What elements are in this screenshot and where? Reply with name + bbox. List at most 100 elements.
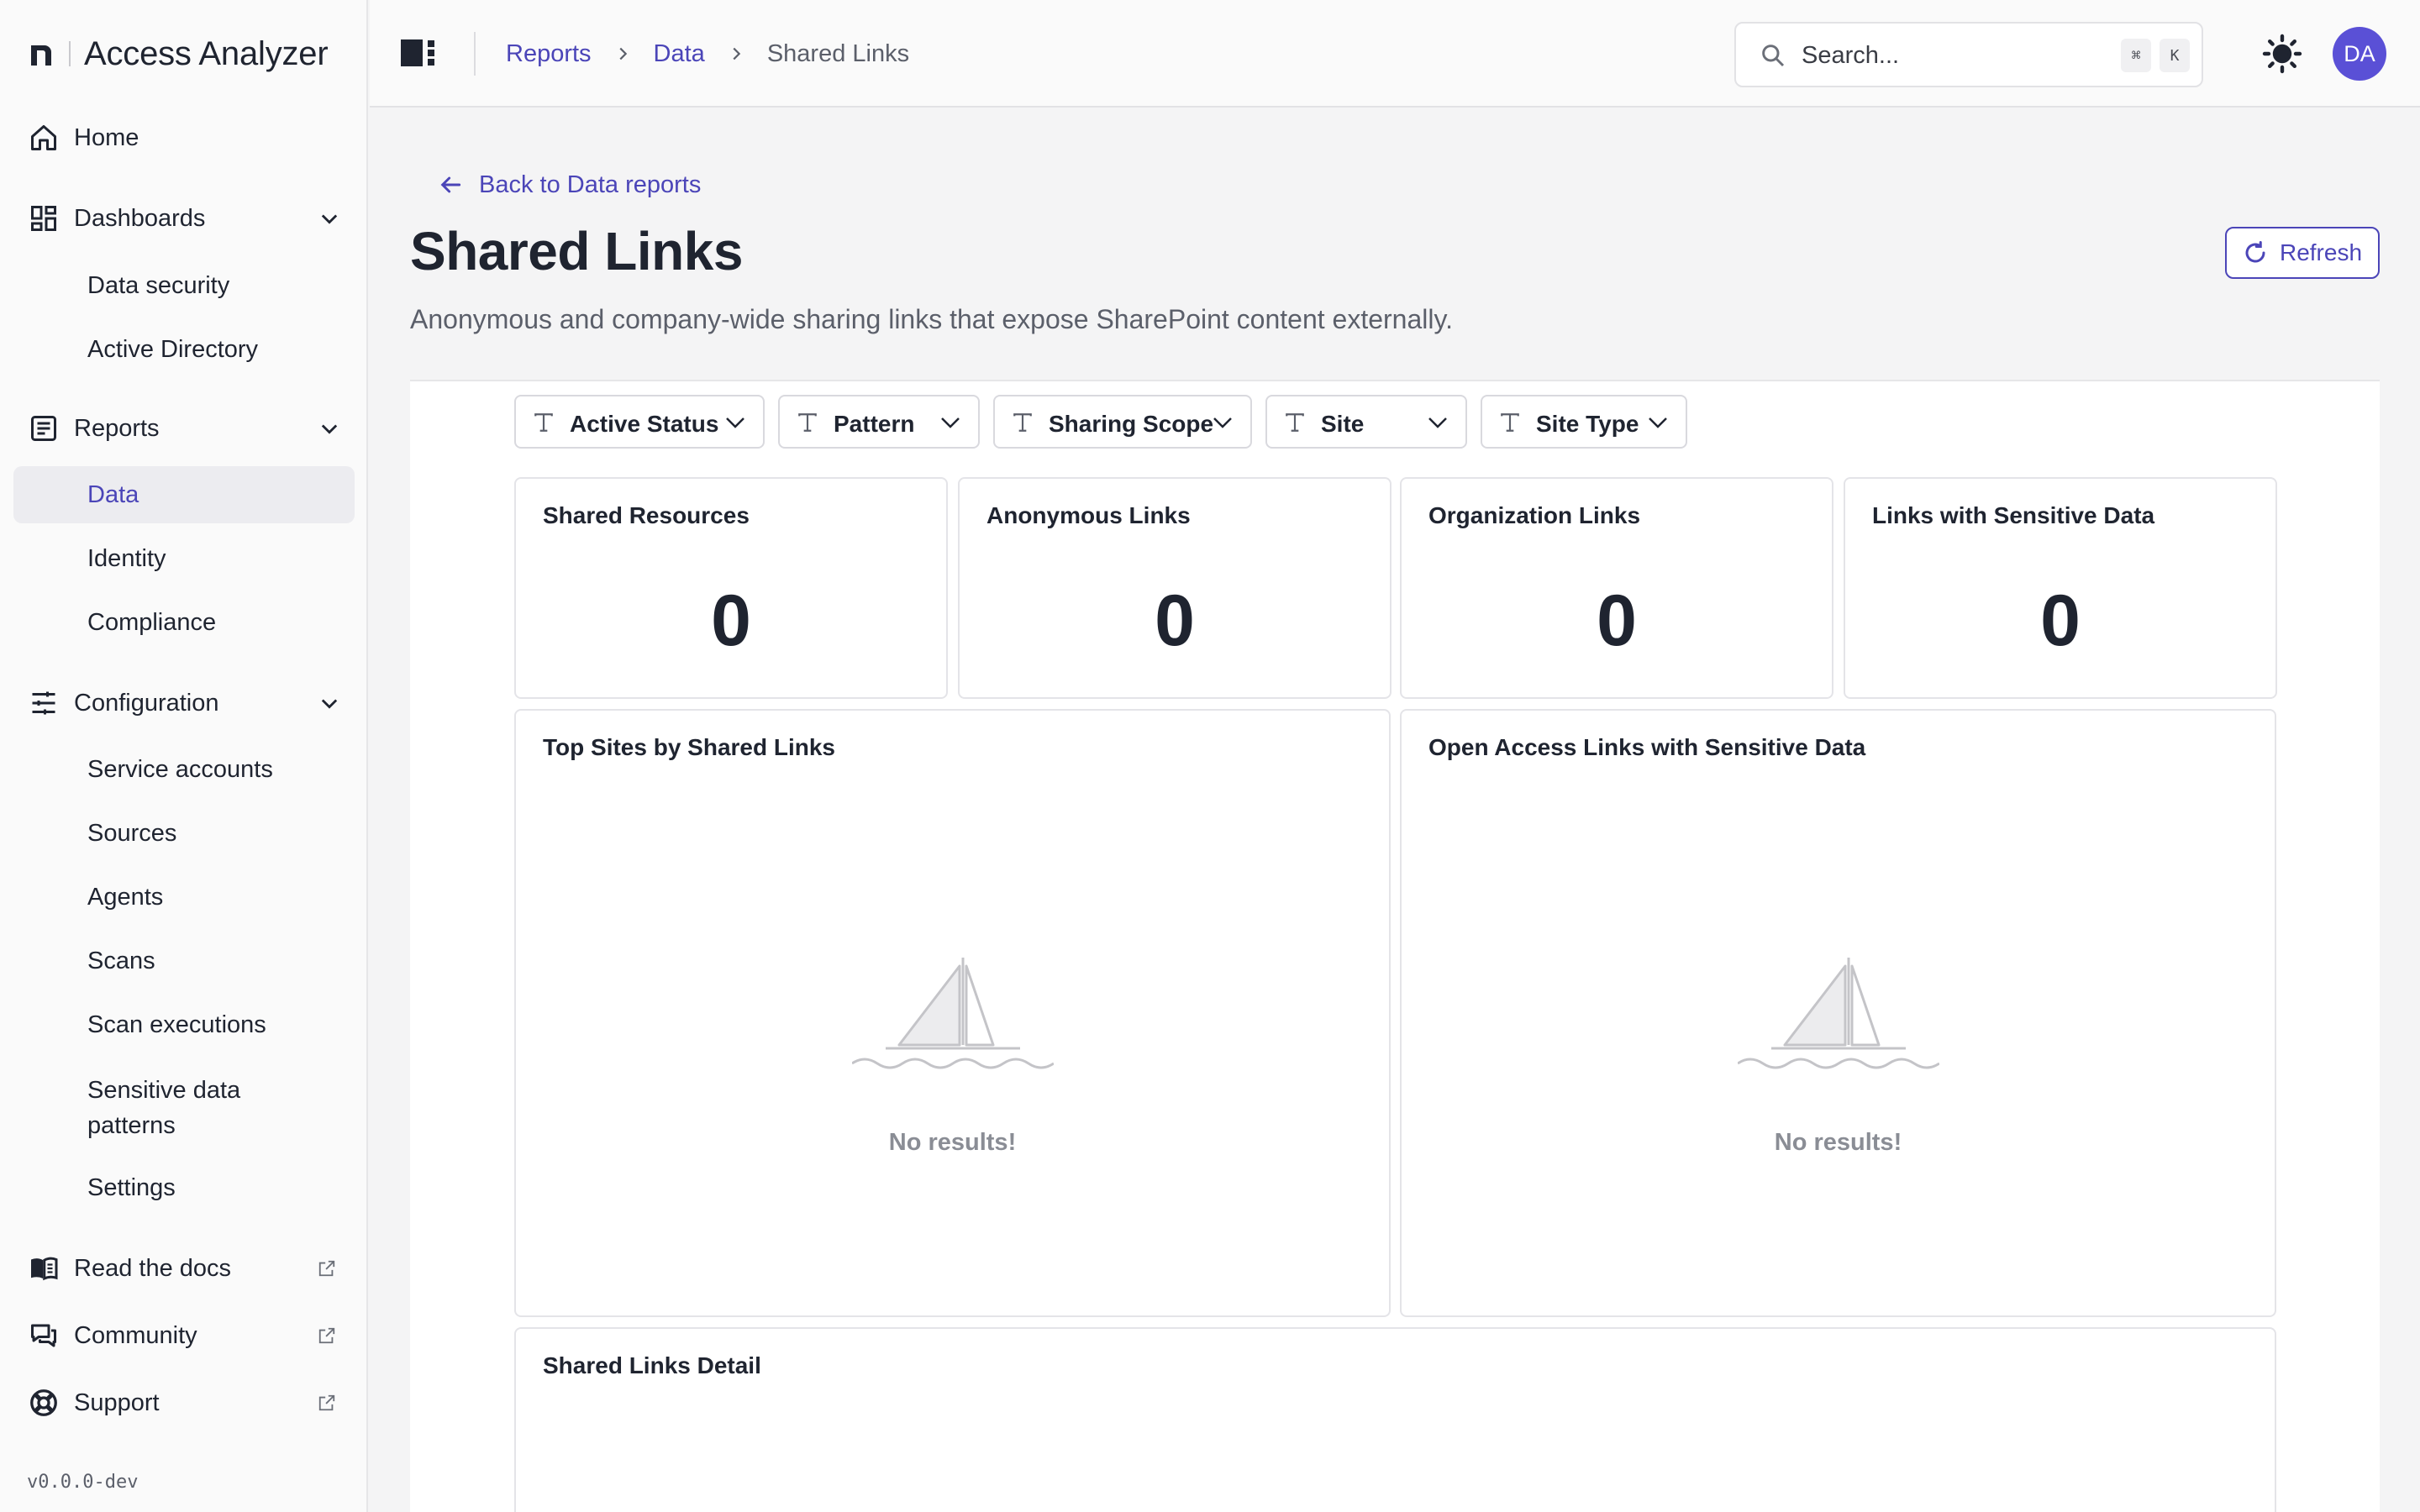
breadcrumb-reports[interactable]: Reports <box>506 40 592 68</box>
sidebar-item-dashboards[interactable]: Dashboards <box>13 190 355 247</box>
sidebar-item-settings[interactable]: Settings <box>13 1159 355 1216</box>
brand-divider <box>69 41 71 66</box>
sidebar-item-label: Active Directory <box>87 336 259 363</box>
sidebar-item-label: Sources <box>87 820 177 847</box>
dashboard-icon <box>31 206 56 231</box>
panel-title: Top Sites by Shared Links <box>543 734 836 760</box>
sidebar-item-label: Dashboards <box>74 204 206 232</box>
filter-label: Pattern <box>834 411 915 437</box>
breadcrumb-data[interactable]: Data <box>654 40 705 68</box>
refresh-label: Refresh <box>2279 239 2363 265</box>
sidebar-item-label: Read the docs <box>74 1254 232 1282</box>
sliders-icon <box>32 691 55 715</box>
sidebar-item-label: Support <box>74 1389 160 1416</box>
app-logo-icon <box>31 45 51 66</box>
brand[interactable]: Access Analyzer <box>27 32 329 76</box>
panel-top-sites-by-shared-links: Top Sites by Shared Links No results! <box>514 709 1391 1317</box>
chevron-down-icon <box>321 214 338 224</box>
metric-value: 0 <box>2040 580 2081 661</box>
sun-icon[interactable] <box>2262 34 2302 74</box>
reports-icon <box>31 416 56 441</box>
metric-title: Shared Resources <box>543 502 750 528</box>
sidebar-item-data[interactable]: Data <box>13 466 355 523</box>
sidebar-item-label: Compliance <box>87 609 217 636</box>
chevron-down-icon <box>321 699 338 709</box>
lifebuoy-icon <box>30 1389 57 1416</box>
sidebar-item-configuration[interactable]: Configuration <box>13 675 355 732</box>
sidebar-item-sources[interactable]: Sources <box>13 805 355 862</box>
metric-title: Anonymous Links <box>986 502 1191 528</box>
text-type-icon <box>1501 413 1519 432</box>
panel-title: Open Access Links with Sensitive Data <box>1428 734 1866 760</box>
text-type-icon <box>534 413 553 432</box>
metric-title: Links with Sensitive Data <box>1872 502 2155 528</box>
breadcrumb: Reports Data Shared Links <box>506 0 909 108</box>
search-placeholder: Search... <box>1802 42 1900 69</box>
metric-value: 0 <box>1597 580 1637 661</box>
filter-site[interactable]: Site <box>1265 395 1467 449</box>
empty-message: No results! <box>888 1129 1017 1156</box>
sidebar-item-read-the-docs[interactable]: Read the docs <box>13 1240 355 1297</box>
sidebar-item-scans[interactable]: Scans <box>13 932 355 990</box>
metric-value: 0 <box>711 580 751 661</box>
top-bar: Reports Data Shared Links Search... ⌘ K … <box>370 0 2420 108</box>
filter-label: Site <box>1321 411 1365 437</box>
sidebar-item-community[interactable]: Community <box>13 1307 355 1364</box>
filter-sharing-scope[interactable]: Sharing Scope <box>993 395 1252 449</box>
sidebar-item-active-directory[interactable]: Active Directory <box>13 321 355 378</box>
metric-value: 0 <box>1155 580 1195 661</box>
external-link-icon <box>318 1260 335 1277</box>
sidebar-item-home[interactable]: Home <box>13 109 355 166</box>
metric-card-anonymous-links: Anonymous Links 0 <box>958 477 1392 699</box>
search-icon <box>1762 45 1785 67</box>
sidebar-item-reports[interactable]: Reports <box>13 400 355 457</box>
metric-title: Organization Links <box>1428 502 1641 528</box>
sidebar-item-label: Data <box>87 481 139 508</box>
text-type-icon <box>1286 413 1304 432</box>
chevron-down-icon <box>941 417 960 428</box>
chevron-right-icon <box>733 47 741 60</box>
chat-icon <box>31 1324 56 1347</box>
home-icon <box>31 125 56 150</box>
shortcut-key-cmd: ⌘ <box>2121 39 2151 72</box>
sidebar-item-label: Configuration <box>74 689 219 717</box>
sidebar-item-service-accounts[interactable]: Service accounts <box>13 741 355 798</box>
back-to-data-reports-link[interactable]: Back to Data reports <box>437 168 701 202</box>
sidebar-toggle-icon[interactable] <box>400 39 437 69</box>
breadcrumb-current: Shared Links <box>766 39 910 67</box>
page-description: Anonymous and company-wide sharing links… <box>410 304 1453 334</box>
filter-label: Active Status <box>570 411 719 437</box>
chevron-down-icon <box>1428 417 1447 428</box>
refresh-icon <box>2245 241 2265 263</box>
panel-title: Shared Links Detail <box>543 1352 761 1378</box>
panel-shared-links-detail: Shared Links Detail <box>514 1327 2276 1512</box>
empty-state: No results! <box>516 954 1389 1157</box>
sidebar-item-label: Sensitive data patterns <box>87 1077 241 1139</box>
sidebar-item-support[interactable]: Support <box>13 1374 355 1431</box>
filter-pattern[interactable]: Pattern <box>778 395 980 449</box>
avatar[interactable]: DA <box>2333 27 2386 81</box>
sidebar-item-agents[interactable]: Agents <box>13 869 355 926</box>
toolbar-divider <box>474 32 476 76</box>
sidebar-item-compliance[interactable]: Compliance <box>13 594 355 651</box>
page-title: Shared Links <box>410 221 743 281</box>
search-input[interactable]: Search... ⌘ K <box>1734 22 2203 87</box>
chevron-down-icon <box>1649 417 1667 428</box>
sidebar-item-label: Scan executions <box>87 1011 266 1038</box>
empty-state: No results! <box>1402 954 2275 1157</box>
chevron-right-icon <box>619 47 627 60</box>
filter-label: Site Type <box>1536 411 1639 437</box>
shortcut-key-k: K <box>2160 39 2190 72</box>
filter-active-status[interactable]: Active Status <box>514 395 765 449</box>
external-link-icon <box>318 1327 335 1344</box>
refresh-button[interactable]: Refresh <box>2225 227 2380 279</box>
sidebar-item-label: Home <box>74 123 139 151</box>
sidebar-item-identity[interactable]: Identity <box>13 530 355 587</box>
sidebar-item-data-security[interactable]: Data security <box>13 257 355 314</box>
sidebar-item-label: Reports <box>74 414 160 442</box>
sidebar-item-scan-executions[interactable]: Scan executions <box>13 996 355 1053</box>
filter-label: Sharing Scope <box>1049 411 1214 437</box>
filter-site-type[interactable]: Site Type <box>1481 395 1687 449</box>
sidebar-item-sensitive-data-patterns[interactable]: Sensitive data patterns <box>13 1068 355 1147</box>
arrow-left-icon <box>440 176 461 193</box>
